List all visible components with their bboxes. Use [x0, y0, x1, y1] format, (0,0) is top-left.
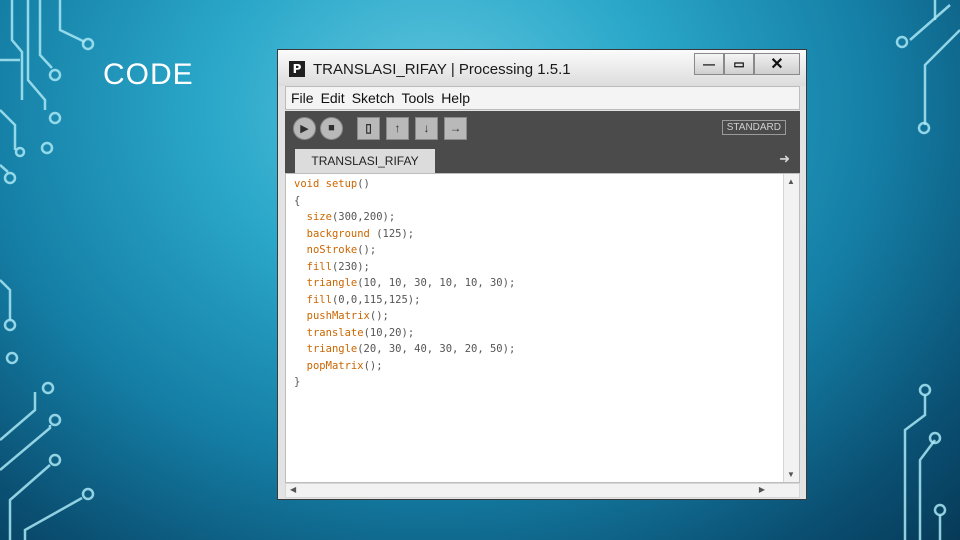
- tab-bar: TRANSLASI_RIFAY ➜: [285, 145, 800, 173]
- open-button[interactable]: ↑: [386, 116, 409, 140]
- menu-tools[interactable]: Tools: [402, 90, 435, 106]
- run-icon: ▶: [300, 122, 309, 135]
- horizontal-scrollbar[interactable]: ◀ ▶: [285, 483, 800, 498]
- mode-button[interactable]: STANDARD: [721, 120, 786, 135]
- new-icon: ▯: [365, 121, 372, 135]
- code-token: ();: [363, 359, 383, 372]
- code-line[interactable]: triangle(20, 30, 40, 30, 20, 50);: [294, 341, 516, 358]
- code-token: (10,20);: [363, 326, 415, 339]
- export-icon: →: [449, 121, 462, 135]
- code-keyword: noStroke: [306, 244, 358, 256]
- open-icon: ↑: [394, 121, 401, 135]
- processing-app-icon: P: [289, 61, 305, 77]
- save-icon: ↓: [423, 121, 430, 135]
- code-keyword: pushMatrix: [306, 310, 370, 322]
- processing-window: P TRANSLASI_RIFAY | Processing 1.5.1 — ▭…: [277, 49, 807, 500]
- code-keyword: triangle: [306, 343, 358, 355]
- code-line[interactable]: void setup(): [294, 176, 515, 193]
- minimize-button[interactable]: —: [694, 53, 724, 75]
- scroll-up-icon[interactable]: ▲: [787, 177, 795, 186]
- code-line[interactable]: background (125);: [294, 226, 515, 243]
- code-line[interactable]: pushMatrix();: [294, 308, 515, 325]
- code-token: (125);: [369, 227, 415, 240]
- scroll-right-icon[interactable]: ▶: [759, 485, 765, 494]
- code-editor[interactable]: void setup(){ size(300,200); background …: [285, 173, 800, 483]
- code-token: ();: [357, 244, 377, 256]
- new-button[interactable]: ▯: [357, 116, 380, 140]
- code-line[interactable]: popMatrix();: [294, 358, 515, 375]
- vertical-scrollbar[interactable]: ▲ ▼: [783, 174, 799, 482]
- code-line[interactable]: }: [294, 374, 515, 391]
- code-keyword: fill: [306, 293, 332, 306]
- menu-sketch[interactable]: Sketch: [352, 90, 395, 106]
- code-token: {: [294, 194, 301, 207]
- code-line[interactable]: size(300,200);: [294, 209, 515, 226]
- code-keyword: popMatrix: [306, 359, 364, 372]
- run-button[interactable]: ▶: [293, 116, 316, 140]
- code-line[interactable]: fill(0,0,115,125);: [294, 292, 515, 309]
- close-button[interactable]: ✕: [754, 53, 800, 75]
- export-button[interactable]: →: [444, 116, 467, 140]
- code-token: ();: [369, 310, 389, 322]
- code-line[interactable]: translate(10,20);: [294, 325, 515, 342]
- stop-button[interactable]: ■: [320, 116, 343, 140]
- code-keyword: size: [306, 211, 332, 223]
- window-title: TRANSLASI_RIFAY | Processing 1.5.1: [313, 61, 571, 78]
- tab-menu-arrow-icon[interactable]: ➜: [779, 151, 790, 167]
- save-button[interactable]: ↓: [415, 116, 438, 140]
- scroll-down-icon[interactable]: ▼: [787, 470, 795, 479]
- code-line[interactable]: {: [294, 193, 515, 210]
- slide-title: CODE: [103, 58, 194, 91]
- code-keyword: setup: [325, 178, 358, 190]
- menu-edit[interactable]: Edit: [321, 90, 345, 106]
- code-token: }: [294, 376, 301, 388]
- code-keyword: fill: [306, 260, 332, 273]
- code-keyword: translate: [306, 326, 364, 339]
- code-line[interactable]: fill(230);: [294, 259, 515, 276]
- menu-bar: File Edit Sketch Tools Help: [285, 86, 800, 110]
- menu-help[interactable]: Help: [441, 90, 470, 106]
- code-keyword: void: [294, 178, 320, 190]
- code-line[interactable]: noStroke();: [294, 242, 515, 259]
- tab-translasi-rifay[interactable]: TRANSLASI_RIFAY: [295, 149, 435, 173]
- window-titlebar[interactable]: P TRANSLASI_RIFAY | Processing 1.5.1 — ▭…: [278, 50, 806, 86]
- menu-file[interactable]: File: [291, 90, 314, 106]
- code-token: (300,200);: [331, 211, 396, 223]
- code-keyword: background: [306, 227, 370, 240]
- maximize-button[interactable]: ▭: [724, 53, 754, 75]
- code-token: (230);: [331, 260, 370, 273]
- scroll-left-icon[interactable]: ◀: [290, 485, 296, 494]
- code-text[interactable]: void setup(){ size(300,200); background …: [294, 176, 515, 391]
- code-token: (0,0,115,125);: [331, 293, 421, 306]
- code-token: (20, 30, 40, 30, 20, 50);: [357, 343, 516, 355]
- code-line[interactable]: triangle(10, 10, 30, 10, 10, 30);: [294, 275, 516, 292]
- toolbar: ▶ ■ ▯ ↑ ↓ → STANDARD: [285, 111, 800, 145]
- code-token: (10, 10, 30, 10, 10, 30);: [357, 277, 516, 289]
- code-token: (): [357, 178, 370, 190]
- code-keyword: triangle: [306, 277, 358, 289]
- stop-icon: ■: [328, 122, 335, 134]
